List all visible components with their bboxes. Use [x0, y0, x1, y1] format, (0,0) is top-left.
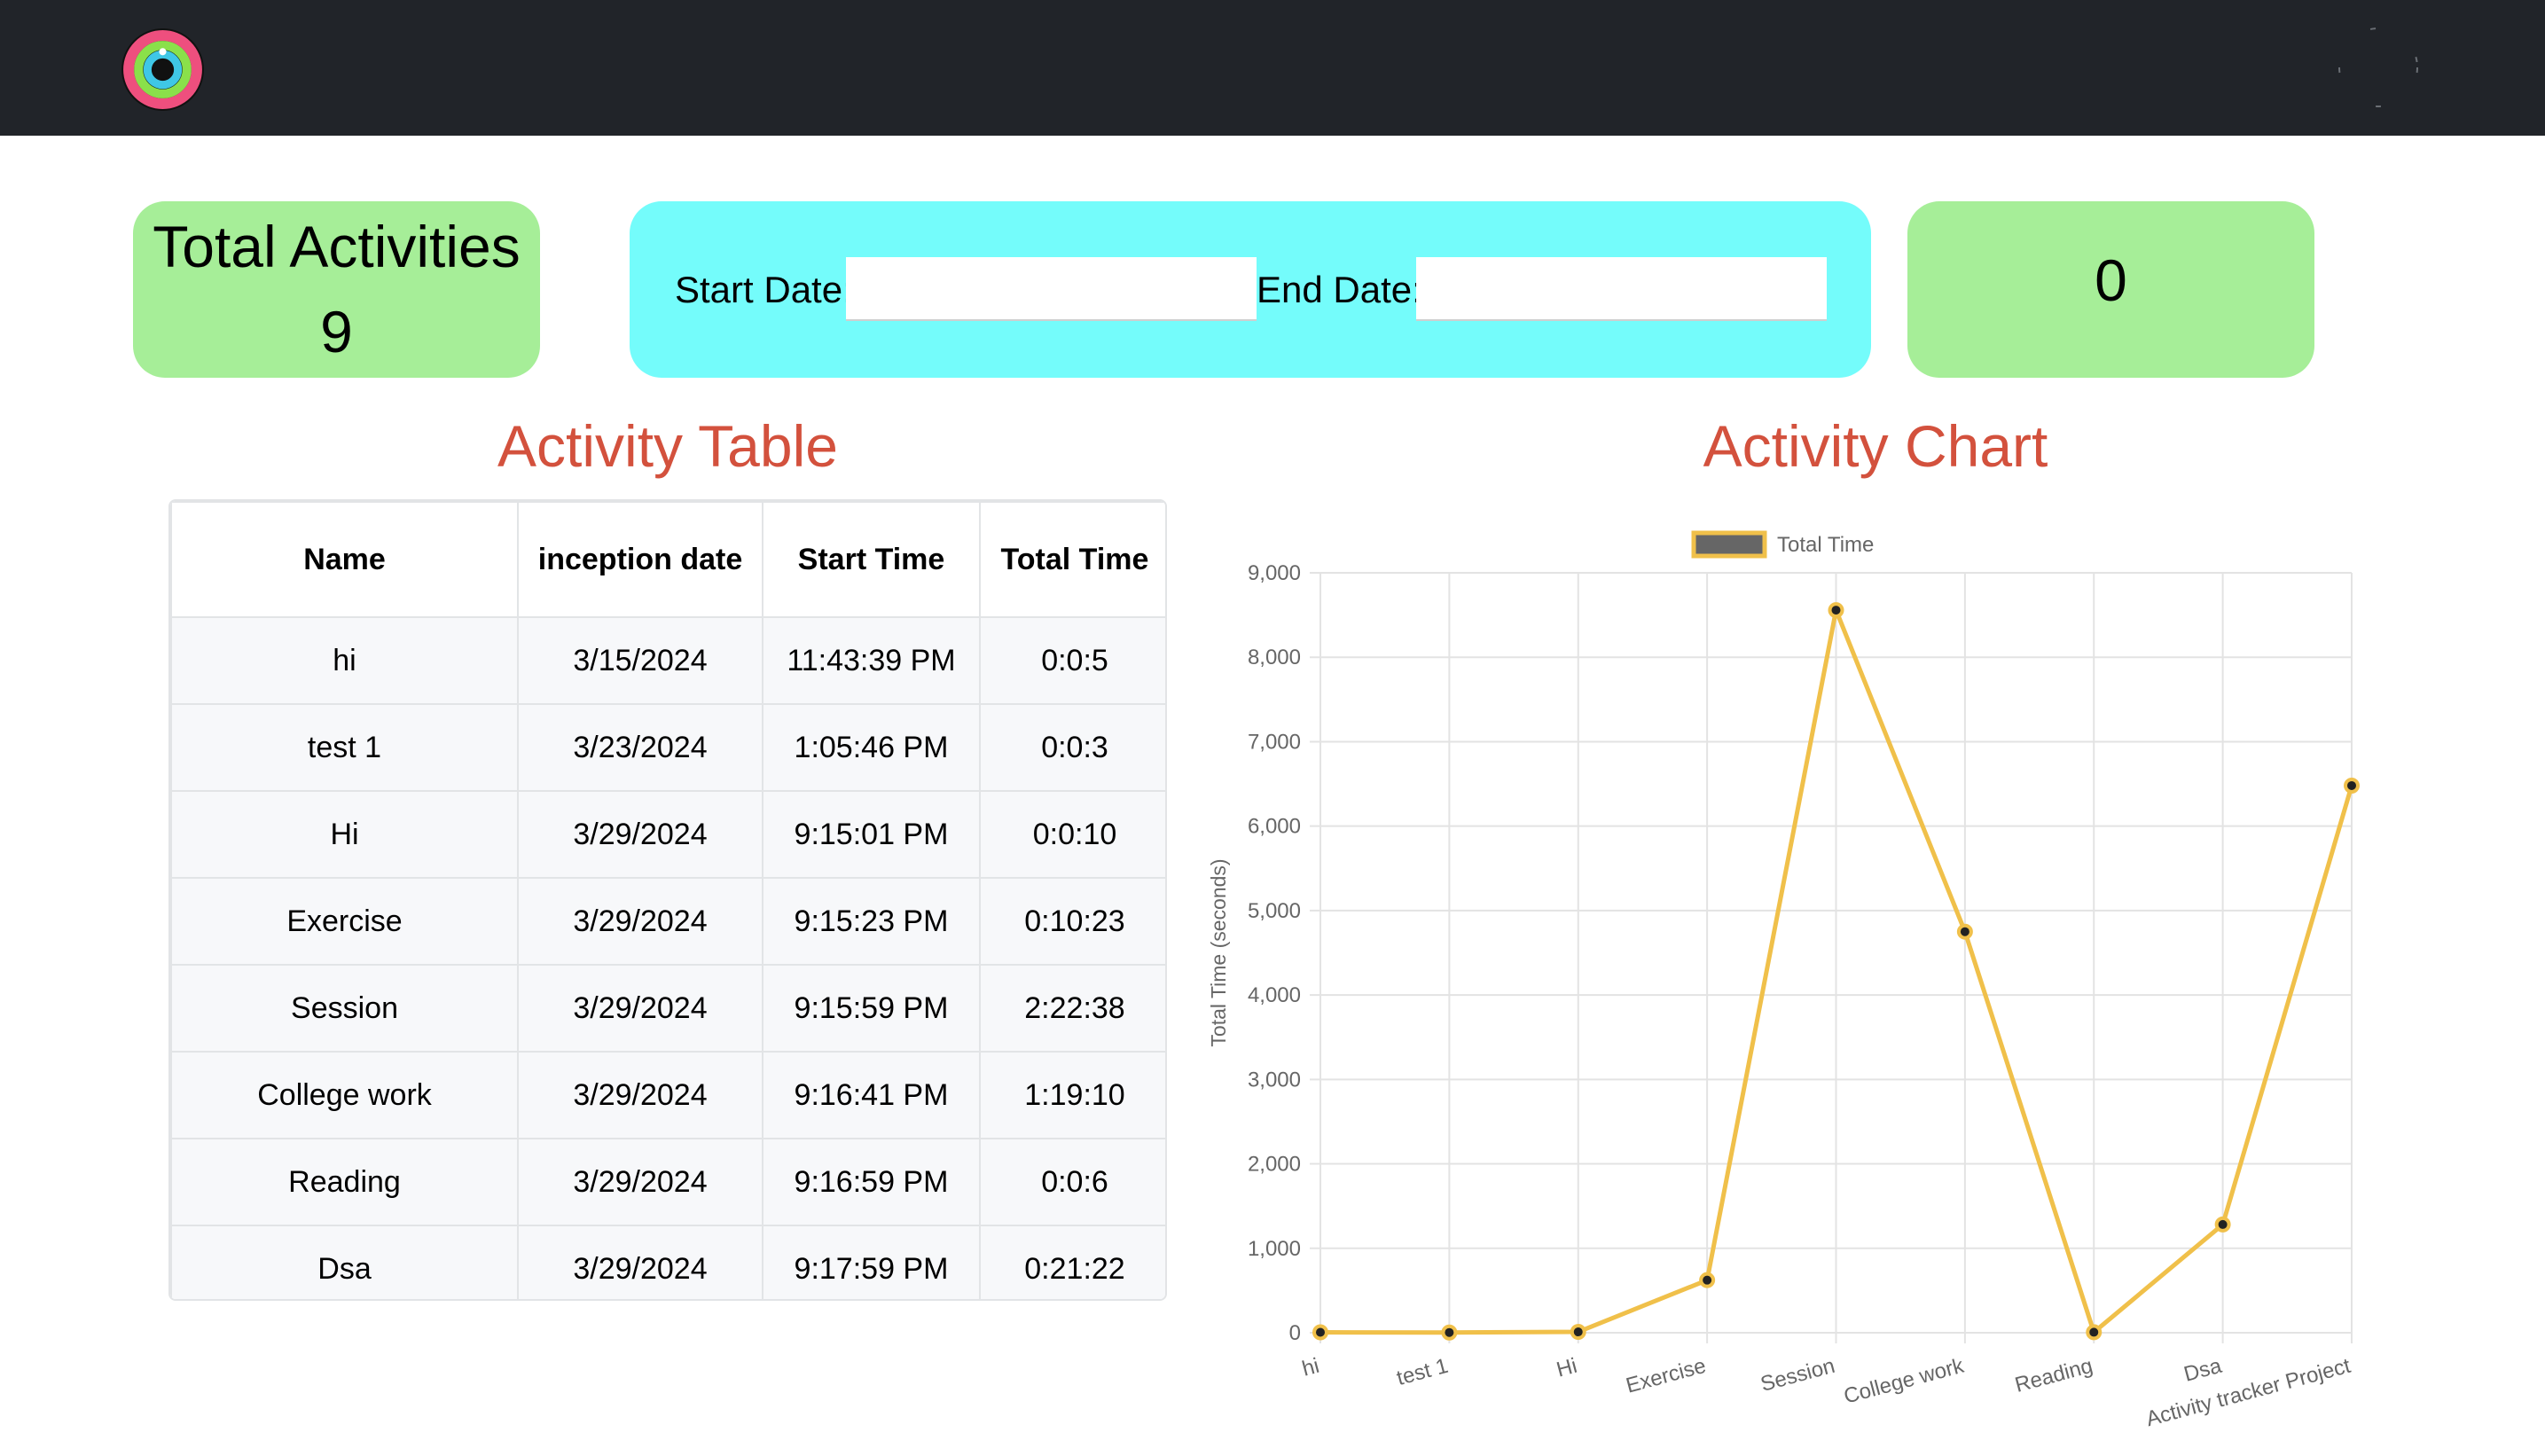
total-activities-label: Total Activities [153, 214, 521, 279]
y-tick-label: 5,000 [1248, 899, 1301, 923]
cell-total-time: 0:0:3 [979, 703, 1165, 792]
table-row: College work 3/29/2024 9:16:41 PM 1:19:1… [170, 1051, 1165, 1139]
x-tick-label: test 1 [1394, 1354, 1451, 1390]
x-tick-label: Activity tracker Project [2143, 1354, 2353, 1432]
cell-total-time: 1:19:10 [979, 1051, 1165, 1139]
end-date-input[interactable] [1416, 257, 1827, 321]
table-header-row: Name inception date Start Time Total Tim… [170, 501, 1165, 618]
column-header-inception-date: inception date [517, 501, 764, 618]
activity-table-title: Activity Table [497, 413, 838, 479]
activity-table: Name inception date Start Time Total Tim… [168, 499, 1167, 1301]
cell-inception-date: 3/29/2024 [517, 877, 764, 966]
cell-total-time: 0:21:22 [979, 1225, 1165, 1299]
cell-start-time: 1:05:46 PM [762, 703, 981, 792]
activity-rings-logo-icon[interactable] [118, 25, 208, 114]
y-tick-label: 1,000 [1248, 1237, 1301, 1261]
data-point [1699, 1272, 1716, 1288]
cell-inception-date: 3/29/2024 [517, 1138, 764, 1226]
cell-name: test 1 [170, 703, 519, 792]
cell-name: Dsa [170, 1225, 519, 1299]
cell-name: Hi [170, 790, 519, 879]
y-tick-label: 3,000 [1248, 1068, 1301, 1092]
cell-total-time: 0:0:5 [979, 616, 1165, 705]
y-tick-label: 6,000 [1248, 815, 1301, 839]
cell-inception-date: 3/29/2024 [517, 1225, 764, 1299]
cell-name: College work [170, 1051, 519, 1139]
y-tick-label: 9,000 [1248, 561, 1301, 585]
activity-line-chart: 0 1,000 2,000 3,000 4,000 5,000 6,000 7,000 8,00… [1207, 530, 2360, 1432]
column-header-start-time: Start Time [762, 501, 981, 618]
y-tick-label: 4,000 [1248, 983, 1301, 1007]
cell-start-time: 9:15:01 PM [762, 790, 981, 879]
x-tick-label: hi [1300, 1354, 1322, 1382]
data-point [1828, 602, 1844, 619]
data-point [1956, 923, 1973, 940]
table-row: Dsa 3/29/2024 9:17:59 PM 0:21:22 [170, 1225, 1165, 1299]
cell-name: Reading [170, 1138, 519, 1226]
column-header-name: Name [170, 501, 519, 618]
data-point [2214, 1216, 2231, 1233]
timer-value: 0 [2095, 247, 2127, 313]
y-tick-label: 2,000 [1248, 1153, 1301, 1177]
column-header-total-time: Total Time [979, 501, 1165, 618]
x-tick-label: Hi [1554, 1354, 1579, 1382]
cell-total-time: 0:10:23 [979, 877, 1165, 966]
cell-total-time: 0:0:10 [979, 790, 1165, 879]
cell-name: Session [170, 964, 519, 1053]
menu-toggle-icon[interactable] [2337, 27, 2419, 108]
legend-label: Total Time [1777, 533, 1874, 557]
cell-inception-date: 3/15/2024 [517, 616, 764, 705]
x-tick-label: Reading [2012, 1354, 2095, 1397]
cell-name: Exercise [170, 877, 519, 966]
total-activities-card: Total Activities 9 [133, 201, 540, 378]
end-date-label: End Date: [1257, 269, 1422, 310]
cell-inception-date: 3/29/2024 [517, 964, 764, 1053]
cell-start-time: 9:15:23 PM [762, 877, 981, 966]
cell-start-time: 11:43:39 PM [762, 616, 981, 705]
data-point [2086, 1324, 2103, 1341]
start-date-label: Start Date: [675, 269, 853, 310]
cell-inception-date: 3/29/2024 [517, 1051, 764, 1139]
y-axis-title: Total Time (seconds) [1207, 858, 1230, 1046]
total-activities-count: 9 [320, 299, 353, 364]
table-row: Reading 3/29/2024 9:16:59 PM 0:0:6 [170, 1138, 1165, 1226]
data-point [1570, 1324, 1586, 1341]
data-point [1312, 1324, 1328, 1341]
cell-total-time: 2:22:38 [979, 964, 1165, 1053]
legend-swatch [1691, 530, 1767, 559]
cell-start-time: 9:16:41 PM [762, 1051, 981, 1139]
x-tick-label: Exercise [1624, 1354, 1709, 1398]
cell-start-time: 9:15:59 PM [762, 964, 981, 1053]
start-date-input[interactable] [846, 257, 1257, 321]
table-row: test 1 3/23/2024 1:05:46 PM 0:0:3 [170, 703, 1165, 792]
x-tick-label: College work [1841, 1353, 1967, 1408]
cell-inception-date: 3/23/2024 [517, 703, 764, 792]
timer-card: 0 [1907, 201, 2314, 378]
y-tick-label: 0 [1289, 1321, 1301, 1345]
data-point [1441, 1324, 1458, 1341]
y-tick-label: 8,000 [1248, 646, 1301, 669]
cell-name: hi [170, 616, 519, 705]
cell-inception-date: 3/29/2024 [517, 790, 764, 879]
top-navbar [0, 0, 2545, 136]
cell-start-time: 9:16:59 PM [762, 1138, 981, 1226]
data-point [2344, 777, 2360, 794]
table-row: Exercise 3/29/2024 9:15:23 PM 0:10:23 [170, 877, 1165, 966]
x-tick-label: Dsa [2181, 1354, 2225, 1387]
y-tick-label: 7,000 [1248, 730, 1301, 754]
x-tick-label: Session [1758, 1354, 1837, 1397]
table-row: Hi 3/29/2024 9:15:01 PM 0:0:10 [170, 790, 1165, 879]
activity-chart-title: Activity Chart [1703, 413, 2048, 479]
table-row: hi 3/15/2024 11:43:39 PM 0:0:5 [170, 616, 1165, 705]
cell-start-time: 9:17:59 PM [762, 1225, 981, 1299]
table-row: Session 3/29/2024 9:15:59 PM 2:22:38 [170, 964, 1165, 1053]
cell-total-time: 0:0:6 [979, 1138, 1165, 1226]
